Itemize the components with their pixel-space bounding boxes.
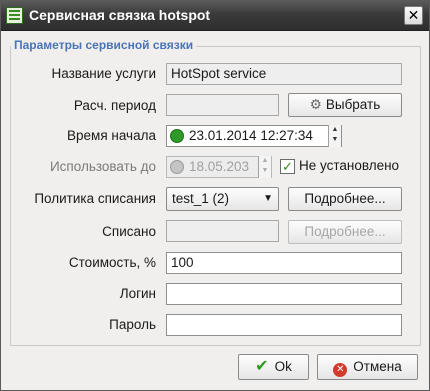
charged-label: Списано <box>102 224 156 239</box>
start-time-value: 23.01.2014 12:27:34 <box>189 128 313 143</box>
start-time-spinner[interactable]: ▲ ▼ <box>328 125 341 147</box>
spin-down-icon[interactable]: ▼ <box>329 135 341 145</box>
login-label: Логин <box>119 286 156 301</box>
close-button[interactable]: ✕ <box>404 6 423 25</box>
use-until-spinner: ▲ ▼ <box>258 156 271 178</box>
title-bar[interactable]: Сервисная связка hotspot ✕ <box>1 1 429 31</box>
gear-icon: ⚙ <box>309 97 322 112</box>
grey-clock-icon <box>170 160 184 174</box>
policy-details-button[interactable]: Подробнее... <box>288 187 402 211</box>
service-name-label: Название услуги <box>51 66 156 81</box>
billing-period-label: Расч. период <box>73 98 156 113</box>
not-set-checkbox[interactable]: ✓ <box>280 159 295 174</box>
ok-button[interactable]: ✔ Ok <box>238 354 309 380</box>
chevron-down-icon: ▼ <box>263 193 273 204</box>
spin-down-icon: ▼ <box>261 167 269 174</box>
start-time-field[interactable]: 23.01.2014 12:27:34 <box>166 125 342 147</box>
cost-input[interactable]: 100 <box>166 252 402 274</box>
password-input[interactable] <box>166 314 402 336</box>
spin-up-icon: ▲ <box>261 157 269 164</box>
charge-policy-value: test_1 (2) <box>172 191 230 206</box>
service-bundle-icon <box>6 7 23 24</box>
service-name-field: HotSpot service <box>166 63 402 85</box>
checkmark-icon: ✔ <box>255 358 269 375</box>
group-title: Параметры сервисной связки <box>11 38 197 52</box>
login-input[interactable] <box>166 283 402 305</box>
charge-policy-label: Политика списания <box>34 191 156 206</box>
select-period-button-label: Выбрать <box>325 97 381 112</box>
spin-up-icon[interactable]: ▲ <box>329 125 341 135</box>
ok-button-label: Ok <box>274 359 292 374</box>
use-until-value: 18.05.203 <box>189 159 250 174</box>
cancel-icon: ✕ <box>333 363 348 377</box>
green-clock-icon[interactable] <box>170 129 184 143</box>
start-time-label: Время начала <box>67 128 156 143</box>
use-until-label: Использовать до <box>49 159 156 174</box>
cancel-button[interactable]: ✕ Отмена <box>317 354 418 380</box>
not-set-label: Не установлено <box>299 158 400 173</box>
charged-field <box>166 220 279 242</box>
cancel-button-label: Отмена <box>353 359 402 374</box>
billing-period-field <box>166 94 279 116</box>
select-period-button[interactable]: ⚙ Выбрать <box>288 93 402 117</box>
window-title: Сервисная связка hotspot <box>29 7 211 23</box>
charged-details-button: Подробнее... <box>288 220 402 244</box>
dialog-window: Сервисная связка hotspot ✕ Параметры сер… <box>0 0 430 391</box>
password-label: Пароль <box>109 317 156 332</box>
cost-label: Стоимость, % <box>68 255 156 270</box>
charge-policy-select[interactable]: test_1 (2) ▼ <box>166 187 279 211</box>
